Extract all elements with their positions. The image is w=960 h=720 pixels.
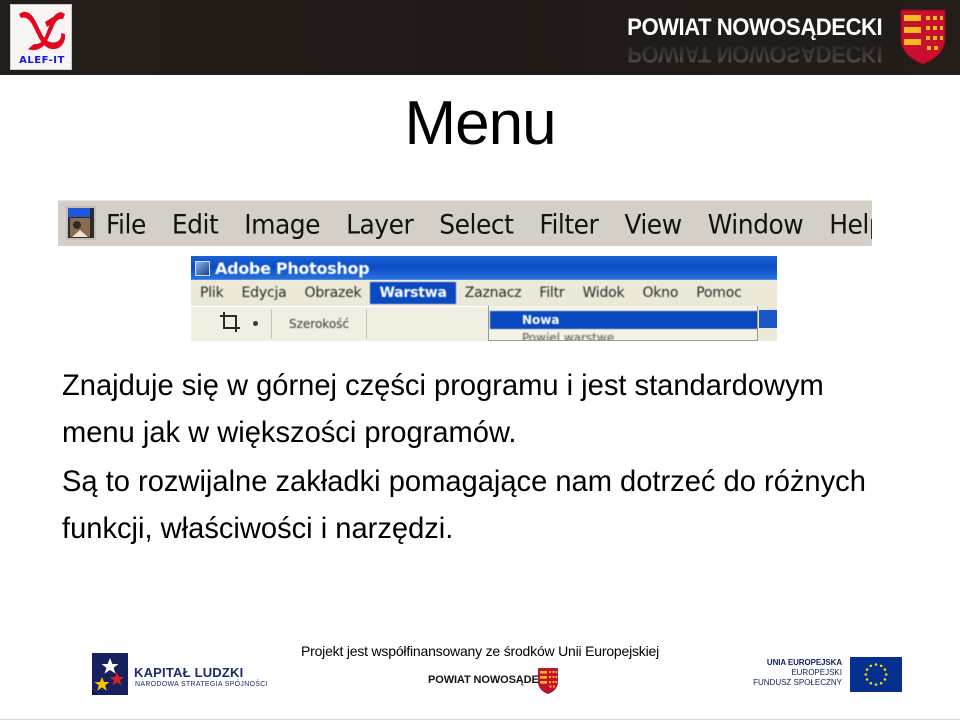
- ps-pl-menu-warstwa: Warstwa: [370, 282, 456, 304]
- ps-pl-dropdown-item-nowa: Nowa: [490, 311, 771, 329]
- slide-body-text: Znajduje się w górnej części programu i …: [62, 362, 892, 552]
- ps-pl-menu-pomoc: Pomoc: [696, 285, 742, 301]
- adobe-photoshop-icon: [195, 260, 210, 276]
- photoshop-english-menu-items: File Edit Image Layer Select Filter View…: [106, 201, 872, 246]
- photoshop-english-menubar-image: File Edit Image Layer Select Filter View…: [58, 200, 872, 246]
- ps-pl-menu-plik: Plik: [200, 285, 224, 301]
- coat-of-arms-icon: [538, 668, 558, 694]
- header-brand-title: POWIAT NOWOSĄDECKI: [626, 14, 883, 41]
- kapital-ludzki-title: KAPITAŁ LUDZKI: [134, 665, 244, 680]
- ps-pl-palette-swatch: [759, 310, 777, 328]
- ps-en-menu-edit: Edit: [171, 208, 219, 240]
- kapital-ludzki-emblem-icon: [92, 653, 128, 695]
- page-header: ALEF-IT POWIAT NOWOSĄDECKI POWIAT NOWOSĄ…: [0, 0, 960, 75]
- ps-en-menu-view: View: [624, 208, 682, 240]
- ps-pl-open-dropdown-menu: Nowa Powiel warstwę: [488, 306, 777, 341]
- ps-pl-menu-okno: Okno: [642, 285, 679, 301]
- photoshop-polish-screenshot-image: Adobe Photoshop Plik Edycja Obrazek Wars…: [191, 256, 777, 341]
- kapital-ludzki-logo: KAPITAŁ LUDZKI NARODOWA STRATEGIA SPÓJNO…: [90, 652, 268, 698]
- alef-it-logo: ALEF-IT: [10, 4, 72, 70]
- ps-pl-menu-widok: Widok: [582, 285, 625, 301]
- body-paragraph-1: Znajduje się w górnej części programu i …: [62, 369, 824, 449]
- alef-it-logo-text: ALEF-IT: [19, 55, 65, 66]
- page-title: Menu: [404, 89, 556, 158]
- coat-of-arms-icon: [900, 9, 946, 65]
- tool-dropdown-dot-icon: [253, 321, 258, 326]
- aleph-letter-icon: [19, 11, 66, 51]
- ps-pl-palette-edge: [757, 306, 777, 341]
- ps-pl-titlebar: Adobe Photoshop: [191, 256, 777, 280]
- ps-pl-menu-edycja: Edycja: [241, 285, 287, 301]
- ps-pl-menu-obrazek: Obrazek: [304, 285, 362, 301]
- adobe-photoshop-icon: [66, 206, 96, 240]
- toolbar-divider: [366, 309, 367, 339]
- ps-en-menu-image: Image: [244, 208, 321, 240]
- ps-pl-dropdown-item-powiel: Powiel warstwę: [522, 331, 615, 341]
- unia-line-1: UNIA EUROPEJSKA: [766, 658, 842, 667]
- ps-pl-menu-zaznacz: Zaznacz: [464, 285, 522, 301]
- header-brand-title-reflection: POWIAT NOWOSĄDECKI: [626, 40, 882, 67]
- ps-en-menu-help: Help: [829, 208, 872, 240]
- ps-en-menu-select: Select: [439, 208, 514, 240]
- ps-en-menu-filter: Filter: [539, 208, 599, 240]
- toolbar-divider: [271, 309, 272, 339]
- unia-line-2: EUROPEJSKI: [791, 668, 842, 677]
- ps-en-menu-file: File: [106, 208, 146, 240]
- ps-pl-tool-label: Szerokość: [289, 317, 350, 331]
- ps-pl-window-title: Adobe Photoshop: [215, 258, 370, 278]
- footer-powiat-logo: POWIAT NOWOSĄDECKI: [428, 668, 558, 702]
- european-union-flag-icon: [850, 657, 902, 692]
- ps-en-menu-window: Window: [707, 208, 804, 240]
- body-paragraph-2: Są to rozwijalne zakładki pomagające nam…: [62, 465, 866, 545]
- kapital-ludzki-subtitle: NARODOWA STRATEGIA SPÓJNOŚCI: [135, 681, 268, 688]
- crop-tool-icon: [220, 312, 240, 332]
- unia-line-3: FUNDUSZ SPOŁECZNY: [753, 678, 842, 687]
- ps-pl-menu-filtr: Filtr: [539, 285, 565, 301]
- ps-en-menu-layer: Layer: [346, 208, 414, 240]
- ps-pl-menubar: Plik Edycja Obrazek Warstwa Zaznacz Filt…: [191, 280, 777, 306]
- unia-europejska-logo: UNIA EUROPEJSKA EUROPEJSKI FUNDUSZ SPOŁE…: [753, 655, 902, 697]
